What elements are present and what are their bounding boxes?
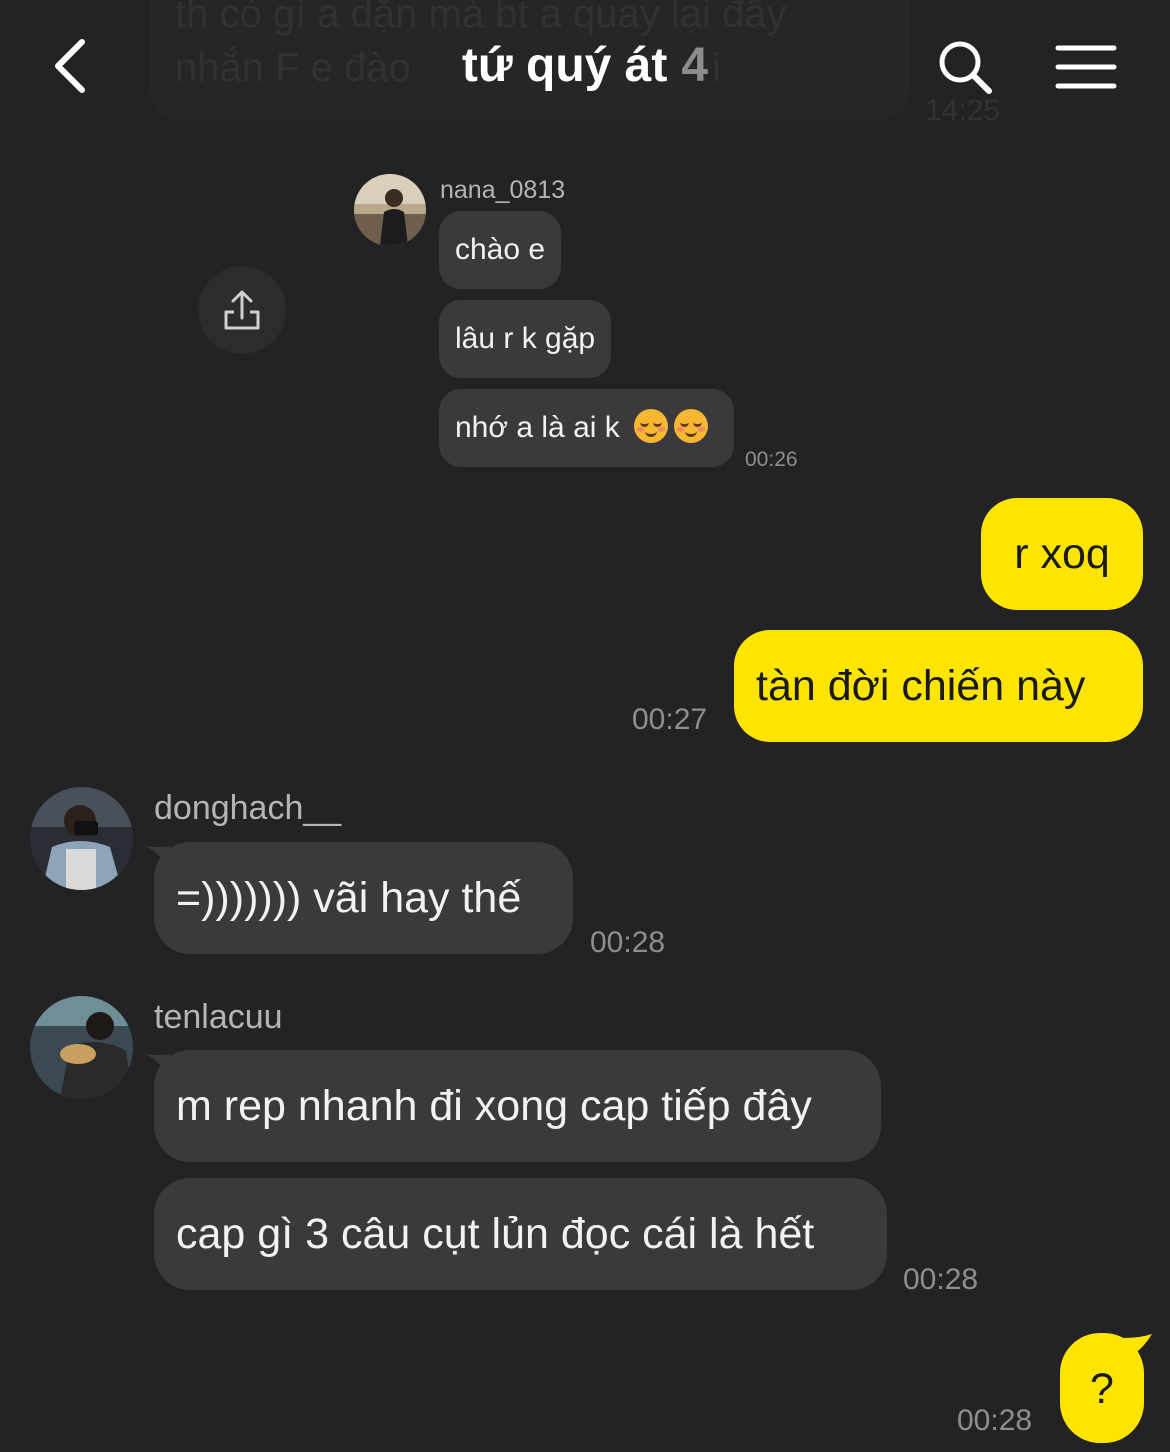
my-message-bubble[interactable]: r xoq	[981, 498, 1143, 610]
message-time: 00:28	[957, 1404, 1033, 1437]
message-time: 00:28	[903, 1263, 979, 1296]
message-time: 00:26	[745, 448, 798, 471]
message-bubble[interactable]: chào e	[439, 211, 562, 289]
profile-photo-icon	[30, 787, 133, 890]
message-time: 00:27	[632, 703, 708, 736]
sender-name: nana_0813	[440, 176, 566, 204]
profile-photo-icon	[30, 996, 133, 1099]
avatar-tenlacuu[interactable]	[30, 996, 133, 1099]
profile-photo-icon	[354, 174, 426, 246]
avatar-nana-0813[interactable]	[354, 174, 426, 246]
sender-name: donghach__	[154, 789, 342, 827]
message-time: 00:28	[590, 926, 666, 959]
message-bubble[interactable]: =))))))) vãi hay thế	[154, 842, 573, 954]
sender-name: tenlacuu	[154, 998, 283, 1036]
hamburger-menu-icon	[1055, 45, 1117, 89]
smiling-face-emoji-icon	[634, 409, 669, 444]
share-button[interactable]	[198, 266, 286, 354]
message-bubble[interactable]: nhớ a là ai k	[439, 389, 734, 467]
message-bubble[interactable]: cap gì 3 câu cụt lủn đọc cái là hết	[154, 1178, 887, 1290]
member-count: 4	[681, 39, 709, 92]
share-icon	[224, 290, 260, 330]
search-icon	[939, 41, 992, 94]
my-message-bubble[interactable]: tàn đời chiến này	[734, 630, 1143, 742]
message-text: nhớ a là ai k	[455, 411, 620, 444]
chat-name: tứ quý át	[461, 39, 668, 92]
smiling-face-emoji-icon	[674, 409, 709, 444]
my-message-bubble[interactable]: ?	[1060, 1333, 1144, 1443]
message-bubble[interactable]: lâu r k gặp	[439, 300, 612, 378]
message-bubble[interactable]: m rep nhanh đi xong cap tiếp đây	[154, 1050, 881, 1162]
previous-message-line-1: th có gì a dặn mà bt a quay lại đây	[175, 0, 787, 36]
search-button[interactable]	[930, 32, 1000, 102]
menu-button[interactable]	[1050, 32, 1122, 102]
avatar-donghach[interactable]	[30, 787, 133, 890]
